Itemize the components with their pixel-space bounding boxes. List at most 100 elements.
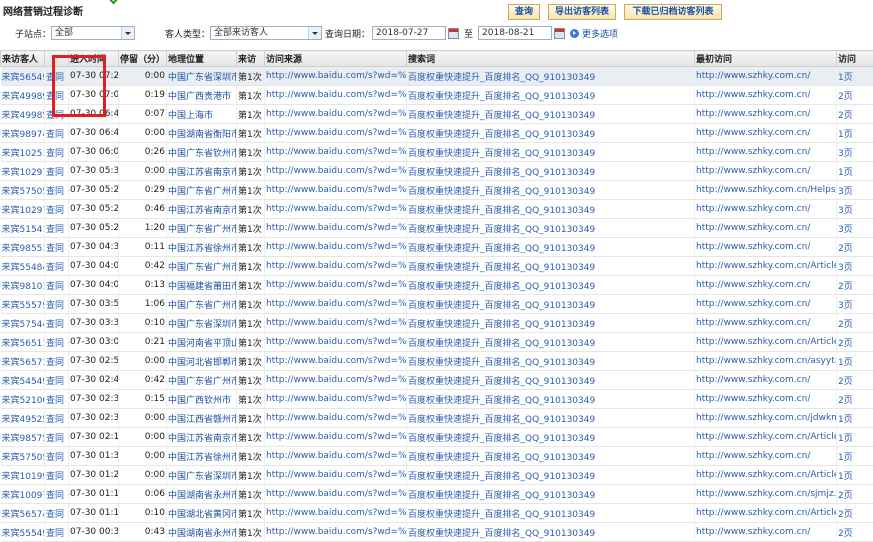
visitor-link[interactable]: 来宾10297 bbox=[1, 200, 45, 219]
first-visit-link[interactable]: http://www.szhky.com.cn/ bbox=[695, 162, 837, 181]
calendar-icon[interactable] bbox=[554, 28, 565, 39]
keyword-link[interactable]: 百度权重快速提升_百度排名_QQ_910130349 bbox=[407, 67, 695, 86]
first-visit-link[interactable]: http://www.szhky.com.cn/asyyt.htm bbox=[695, 352, 837, 371]
lookup-link[interactable]: 查同 bbox=[45, 333, 69, 352]
visitor-link[interactable]: 来宾55579 bbox=[1, 295, 45, 314]
visitor-link[interactable]: 来宾56571 bbox=[1, 352, 45, 371]
col-visit-count[interactable]: 来访 bbox=[237, 51, 265, 67]
col-pages[interactable]: 访问 bbox=[837, 51, 873, 67]
source-link[interactable]: http://www.baidu.com/s?wd=%B0 bbox=[265, 447, 407, 466]
source-link[interactable]: http://www.baidu.com/s?wd=%B0 bbox=[265, 181, 407, 200]
keyword-link[interactable]: 百度权重快速提升_百度排名_QQ_910130349 bbox=[407, 257, 695, 276]
visitor-link[interactable]: 来宾56549 bbox=[1, 67, 45, 86]
pages-link[interactable]: 2页 bbox=[837, 485, 873, 504]
download-archived-button[interactable]: 下载已归档访客列表 bbox=[624, 4, 722, 20]
keyword-link[interactable]: 百度权重快速提升_百度排名_QQ_910130349 bbox=[407, 143, 695, 162]
source-link[interactable]: http://www.baidu.com/s?wd=%B0 bbox=[265, 485, 407, 504]
first-visit-link[interactable]: http://www.szhky.com.cn/ bbox=[695, 143, 837, 162]
pages-link[interactable]: 3页 bbox=[837, 257, 873, 276]
source-link[interactable]: http://www.baidu.com/s?wd=%B0 bbox=[265, 466, 407, 485]
visitor-link[interactable]: 来宾49989 bbox=[1, 86, 45, 105]
keyword-link[interactable]: 百度权重快速提升_百度排名_QQ_910130349 bbox=[407, 86, 695, 105]
lookup-link[interactable]: 查同 bbox=[45, 143, 69, 162]
visitor-link[interactable]: 来宾10199 bbox=[1, 466, 45, 485]
lookup-link[interactable]: 查同 bbox=[45, 428, 69, 447]
first-visit-link[interactable]: http://www.szhky.com.cn/ bbox=[695, 67, 837, 86]
source-link[interactable]: http://www.baidu.com/s?wd=%B0 bbox=[265, 86, 407, 105]
keyword-link[interactable]: 百度权重快速提升_百度排名_QQ_910130349 bbox=[407, 371, 695, 390]
keyword-link[interactable]: 百度权重快速提升_百度排名_QQ_910130349 bbox=[407, 162, 695, 181]
first-visit-link[interactable]: http://www.szhky.com.cn/sjmjz.htr bbox=[695, 485, 837, 504]
first-visit-link[interactable]: http://www.szhky.com.cn/Helps/cn bbox=[695, 181, 837, 200]
pages-link[interactable]: 2页 bbox=[837, 523, 873, 542]
lookup-link[interactable]: 查同 bbox=[45, 485, 69, 504]
pages-link[interactable]: 3页 bbox=[837, 219, 873, 238]
pages-link[interactable]: 3页 bbox=[837, 143, 873, 162]
source-link[interactable]: http://www.baidu.com/s?wd=%B0 bbox=[265, 371, 407, 390]
lookup-link[interactable]: 查同 bbox=[45, 352, 69, 371]
pages-link[interactable]: 2页 bbox=[837, 86, 873, 105]
site-select[interactable]: 全部 bbox=[51, 26, 135, 40]
first-visit-link[interactable]: http://www.szhky.com.cn/ bbox=[695, 314, 837, 333]
source-link[interactable]: http://www.baidu.com/s?wd=%B0 bbox=[265, 124, 407, 143]
keyword-link[interactable]: 百度权重快速提升_百度排名_QQ_910130349 bbox=[407, 200, 695, 219]
first-visit-link[interactable]: http://www.szhky.com.cn/ bbox=[695, 124, 837, 143]
pages-link[interactable]: 1页 bbox=[837, 447, 873, 466]
keyword-link[interactable]: 百度权重快速提升_百度排名_QQ_910130349 bbox=[407, 333, 695, 352]
pages-link[interactable]: 2页 bbox=[837, 276, 873, 295]
visitor-link[interactable]: 来宾56511 bbox=[1, 333, 45, 352]
keyword-link[interactable]: 百度权重快速提升_百度排名_QQ_910130349 bbox=[407, 485, 695, 504]
pages-link[interactable]: 2页 bbox=[837, 238, 873, 257]
first-visit-link[interactable]: http://www.szhky.com.cn/ bbox=[695, 295, 837, 314]
first-visit-link[interactable]: http://www.szhky.com.cn/ bbox=[695, 200, 837, 219]
date-from-input[interactable]: 2018-07-27 bbox=[372, 26, 446, 40]
source-link[interactable]: http://www.baidu.com/s?wd=%B0 bbox=[265, 295, 407, 314]
keyword-link[interactable]: 百度权重快速提升_百度排名_QQ_910130349 bbox=[407, 523, 695, 542]
source-link[interactable]: http://www.baidu.com/s?wd=%B0 bbox=[265, 390, 407, 409]
col-visitor[interactable]: 来访客人 bbox=[1, 51, 45, 67]
first-visit-link[interactable]: http://www.szhky.com.cn/ bbox=[695, 390, 837, 409]
lookup-link[interactable]: 查同 bbox=[45, 276, 69, 295]
col-first-visit[interactable]: 最初访问 bbox=[695, 51, 837, 67]
visitor-type-select[interactable]: 全部来访客人 bbox=[210, 26, 322, 40]
first-visit-link[interactable]: http://www.szhky.com.cn/ bbox=[695, 523, 837, 542]
pages-link[interactable]: 2页 bbox=[837, 314, 873, 333]
lookup-link[interactable]: 查同 bbox=[45, 314, 69, 333]
pages-link[interactable]: 2页 bbox=[837, 390, 873, 409]
visitor-link[interactable]: 来宾54549 bbox=[1, 371, 45, 390]
pages-link[interactable]: 1页 bbox=[837, 124, 873, 143]
visitor-link[interactable]: 来宾55549 bbox=[1, 523, 45, 542]
first-visit-link[interactable]: http://www.szhky.com.cn/ bbox=[695, 105, 837, 124]
pages-link[interactable]: 3页 bbox=[837, 181, 873, 200]
source-link[interactable]: http://www.baidu.com/s?wd=%B0 bbox=[265, 162, 407, 181]
pages-link[interactable]: 1页 bbox=[837, 67, 873, 86]
source-link[interactable]: http://www.baidu.com/s?wd=%B0 bbox=[265, 523, 407, 542]
keyword-link[interactable]: 百度权重快速提升_百度排名_QQ_910130349 bbox=[407, 219, 695, 238]
pages-link[interactable]: 1页 bbox=[837, 409, 873, 428]
visitor-link[interactable]: 来宾10251 bbox=[1, 143, 45, 162]
visitor-link[interactable]: 来宾57505 bbox=[1, 181, 45, 200]
visitor-link[interactable]: 来宾49525 bbox=[1, 409, 45, 428]
visitor-link[interactable]: 来宾98551 bbox=[1, 238, 45, 257]
lookup-link[interactable]: 查同 bbox=[45, 257, 69, 276]
first-visit-link[interactable]: http://www.szhky.com.cn/jdwkm.h bbox=[695, 409, 837, 428]
first-visit-link[interactable]: http://www.szhky.com.cn/ bbox=[695, 447, 837, 466]
lookup-link[interactable]: 查同 bbox=[45, 295, 69, 314]
lookup-link[interactable]: 查同 bbox=[45, 162, 69, 181]
keyword-link[interactable]: 百度权重快速提升_百度排名_QQ_910130349 bbox=[407, 295, 695, 314]
export-visitors-button[interactable]: 导出访客列表 bbox=[548, 4, 616, 20]
visitor-link[interactable]: 来宾98575 bbox=[1, 428, 45, 447]
query-button[interactable]: 查询 bbox=[508, 4, 540, 20]
keyword-link[interactable]: 百度权重快速提升_百度排名_QQ_910130349 bbox=[407, 428, 695, 447]
keyword-link[interactable]: 百度权重快速提升_百度排名_QQ_910130349 bbox=[407, 181, 695, 200]
pages-link[interactable]: 1页 bbox=[837, 466, 873, 485]
col-source[interactable]: 访问来源 bbox=[265, 51, 407, 67]
source-link[interactable]: http://www.baidu.com/s?wd=%B0 bbox=[265, 200, 407, 219]
first-visit-link[interactable]: http://www.szhky.com.cn/Article/si bbox=[695, 466, 837, 485]
visitor-link[interactable]: 来宾52100 bbox=[1, 390, 45, 409]
visitor-link[interactable]: 来宾51541 bbox=[1, 219, 45, 238]
date-to-input[interactable]: 2018-08-21 bbox=[478, 26, 552, 40]
source-link[interactable]: http://www.baidu.com/s?wd=%B0 bbox=[265, 314, 407, 333]
source-link[interactable]: http://www.baidu.com/s?wd=%B0 bbox=[265, 504, 407, 523]
source-link[interactable]: http://www.baidu.com/s?wd=%B0 bbox=[265, 276, 407, 295]
